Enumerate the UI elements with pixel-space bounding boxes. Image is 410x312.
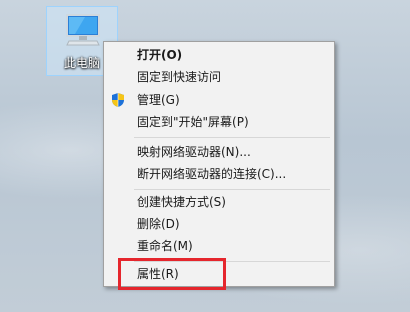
menu-item-disconnect-network-drive[interactable]: 断开网络驱动器的连接(C)... [104,163,334,185]
menu-item-label: 管理(G) [137,93,180,107]
menu-item-label: 创建快捷方式(S) [137,195,226,209]
context-menu: 打开(O) 固定到快速访问 管理(G) 固定到"开始"屏幕(P) 映射网络驱动器… [103,41,335,287]
menu-item-label: 映射网络驱动器(N)... [137,145,251,159]
menu-item-label: 固定到快速访问 [137,70,222,84]
menu-item-label: 断开网络驱动器的连接(C)... [137,167,287,181]
desktop: 此电脑 打开(O) 固定到快速访问 管理(G) 固定到"开始"屏幕(P) 映射网… [0,0,410,312]
shield-icon [112,93,124,107]
menu-separator [134,189,330,190]
properties-highlight-box [118,258,226,290]
menu-item-create-shortcut[interactable]: 创建快捷方式(S) [104,191,334,213]
menu-item-delete[interactable]: 删除(D) [104,213,334,235]
menu-item-pin-start[interactable]: 固定到"开始"屏幕(P) [104,111,334,133]
computer-icon [66,14,100,46]
menu-item-label: 重命名(M) [137,239,193,253]
menu-item-manage[interactable]: 管理(G) [104,89,334,111]
menu-item-open[interactable]: 打开(O) [104,44,334,66]
menu-item-pin-quick-access[interactable]: 固定到快速访问 [104,66,334,88]
menu-item-label: 固定到"开始"屏幕(P) [137,115,249,129]
menu-separator [134,137,330,138]
menu-item-label: 删除(D) [137,217,180,231]
menu-item-rename[interactable]: 重命名(M) [104,235,334,257]
menu-item-label: 打开(O) [137,48,183,62]
menu-item-map-network-drive[interactable]: 映射网络驱动器(N)... [104,141,334,163]
